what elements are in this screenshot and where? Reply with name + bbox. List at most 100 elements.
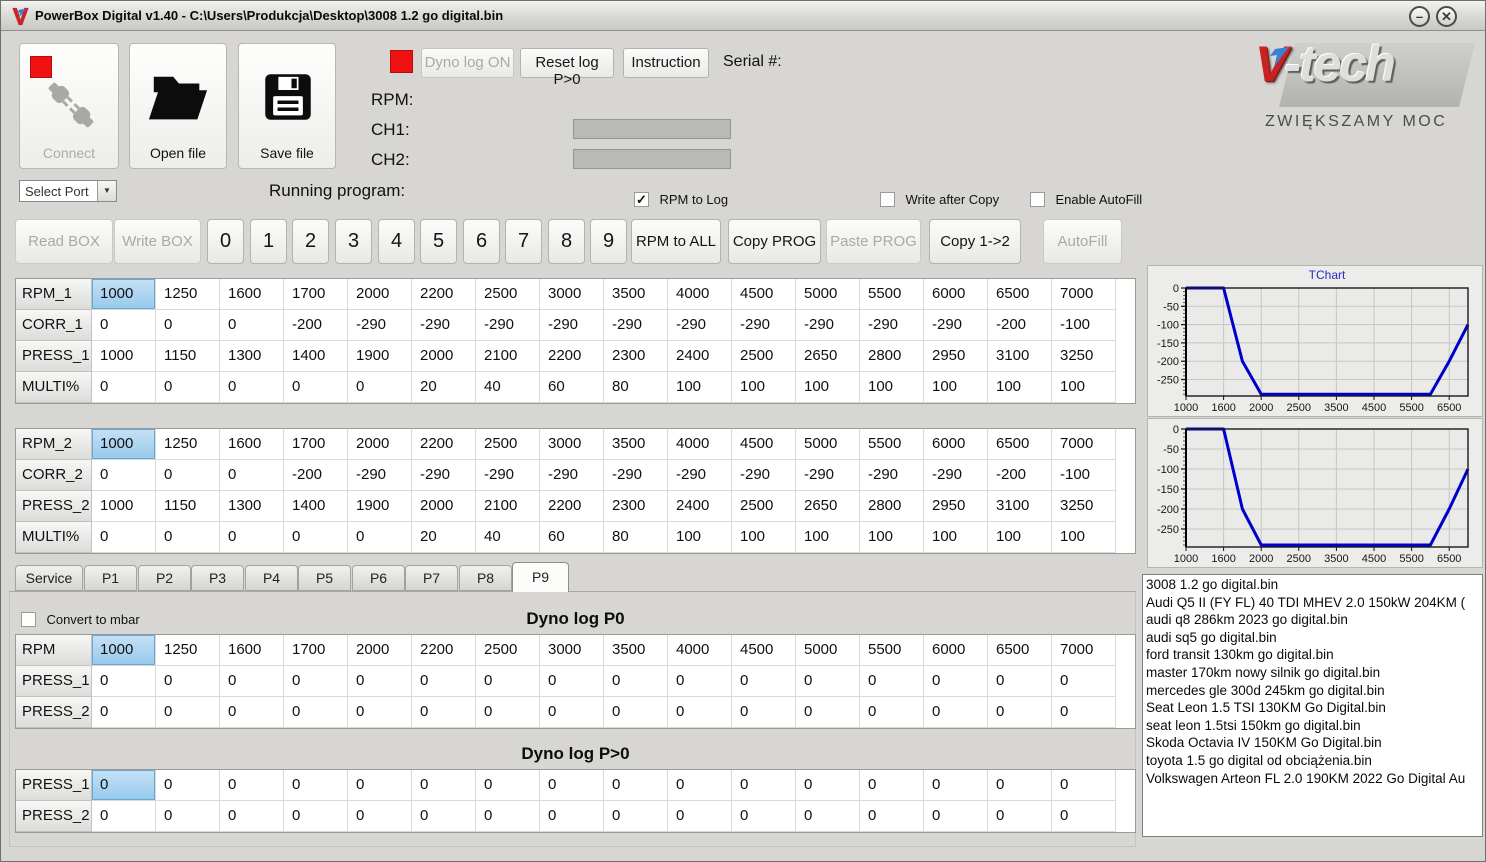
table-cell[interactable]: 4000 [668, 429, 732, 460]
table-cell[interactable]: 1400 [284, 341, 348, 372]
table-cell[interactable]: 0 [156, 460, 220, 491]
tab-p4[interactable]: P4 [245, 565, 298, 591]
table-cell[interactable]: 100 [796, 522, 860, 553]
table-cell[interactable]: 1700 [284, 279, 348, 310]
table-cell[interactable]: 1900 [348, 341, 412, 372]
table-cell[interactable]: 100 [860, 372, 924, 403]
table-cell[interactable]: 2800 [860, 491, 924, 522]
table-cell[interactable]: 60 [540, 372, 604, 403]
select-port-dropdown[interactable]: Select Port ▼ [19, 180, 117, 202]
table-cell[interactable]: 2650 [796, 341, 860, 372]
table-cell[interactable]: 0 [1052, 801, 1116, 832]
table-cell[interactable]: 7000 [1052, 279, 1116, 310]
num-1-button[interactable]: 1 [250, 219, 287, 264]
table-cell[interactable]: -200 [284, 460, 348, 491]
rpm-to-all-button[interactable]: RPM to ALL [631, 219, 721, 264]
table-cell[interactable]: -290 [860, 460, 924, 491]
table-cell[interactable]: -200 [988, 460, 1052, 491]
file-list-item[interactable]: Audi Q5 II (FY FL) 40 TDI MHEV 2.0 150kW… [1146, 594, 1482, 612]
table-cell[interactable]: 2400 [668, 491, 732, 522]
file-list-item[interactable]: toyota 1.5 go digital od obciążenia.bin [1146, 752, 1482, 770]
convert-to-mbar-checkbox[interactable]: Convert to mbar [21, 611, 140, 628]
table-cell[interactable]: 1300 [220, 491, 284, 522]
instruction-button[interactable]: Instruction [623, 48, 709, 78]
table-cell[interactable]: 4500 [732, 429, 796, 460]
table-cell[interactable]: 0 [988, 697, 1052, 728]
table-cell[interactable]: 60 [540, 522, 604, 553]
table-cell[interactable]: -290 [476, 460, 540, 491]
table-cell[interactable]: 0 [924, 697, 988, 728]
table-cell[interactable]: 0 [604, 666, 668, 697]
table-cell[interactable]: 4000 [668, 279, 732, 310]
table-cell[interactable]: -100 [1052, 310, 1116, 341]
table-cell[interactable]: 0 [348, 801, 412, 832]
table-cell[interactable]: 1600 [220, 429, 284, 460]
table-cell[interactable]: 0 [156, 522, 220, 553]
table-cell[interactable]: -290 [796, 310, 860, 341]
table-cell[interactable]: 0 [476, 697, 540, 728]
table-cell[interactable]: 5500 [860, 279, 924, 310]
table-cell[interactable]: 0 [1052, 666, 1116, 697]
table-cell[interactable]: 0 [156, 801, 220, 832]
table-cell[interactable]: 0 [796, 697, 860, 728]
table-cell[interactable]: 2800 [860, 341, 924, 372]
table-cell[interactable]: 2500 [732, 491, 796, 522]
table-cell[interactable]: 2500 [732, 341, 796, 372]
table-cell[interactable]: 7000 [1052, 635, 1116, 666]
table-cell[interactable]: 100 [860, 522, 924, 553]
table-cell[interactable]: 0 [348, 372, 412, 403]
table-cell[interactable]: -200 [284, 310, 348, 341]
table-cell[interactable]: 0 [156, 666, 220, 697]
copy-1-2-button[interactable]: Copy 1->2 [929, 219, 1021, 264]
close-button[interactable]: ✕ [1436, 6, 1457, 27]
table-cell[interactable]: -290 [924, 310, 988, 341]
table-cell[interactable]: 0 [988, 666, 1052, 697]
table-cell[interactable]: 100 [1052, 372, 1116, 403]
table-cell[interactable]: 0 [220, 666, 284, 697]
table-cell[interactable]: 3250 [1052, 341, 1116, 372]
table-cell[interactable]: 0 [348, 697, 412, 728]
table-cell[interactable]: 0 [668, 666, 732, 697]
table-cell[interactable]: 2300 [604, 491, 668, 522]
table-cell[interactable]: 5000 [796, 279, 860, 310]
table-cell[interactable]: 0 [860, 801, 924, 832]
table-cell[interactable]: 2200 [540, 341, 604, 372]
table-cell[interactable]: 0 [732, 666, 796, 697]
tab-p8[interactable]: P8 [459, 565, 512, 591]
convert-to-mbar-checkbox-box[interactable] [21, 612, 36, 628]
table-cell[interactable]: -200 [988, 310, 1052, 341]
table-cell[interactable]: 6500 [988, 429, 1052, 460]
write-box-button[interactable]: Write BOX [114, 219, 201, 264]
table-cell[interactable]: 1250 [156, 635, 220, 666]
table-cell[interactable]: 100 [924, 372, 988, 403]
table-cell[interactable]: 4500 [732, 279, 796, 310]
table-cell[interactable]: -290 [412, 310, 476, 341]
minimize-button[interactable]: – [1409, 6, 1430, 27]
table-cell[interactable]: -290 [348, 310, 412, 341]
table-cell[interactable]: 1150 [156, 341, 220, 372]
table-cell[interactable]: 1300 [220, 341, 284, 372]
table-cell[interactable]: -290 [412, 460, 476, 491]
table-cell[interactable]: 0 [732, 801, 796, 832]
table-cell[interactable]: 6500 [988, 279, 1052, 310]
file-list-item[interactable]: mercedes gle 300d 245km go digital.bin [1146, 682, 1482, 700]
table-cell[interactable]: 2000 [412, 341, 476, 372]
table-cell[interactable]: -290 [860, 310, 924, 341]
table-cell[interactable]: 6000 [924, 429, 988, 460]
table-cell[interactable]: 6500 [988, 635, 1052, 666]
table-cell[interactable]: 0 [220, 372, 284, 403]
rpm-to-log-checkbox[interactable]: ✓ RPM to Log [634, 191, 728, 208]
table-cell[interactable]: 0 [924, 801, 988, 832]
table-cell[interactable]: -290 [732, 310, 796, 341]
connect-button[interactable]: Connect [19, 43, 119, 169]
table-cell[interactable]: 0 [220, 801, 284, 832]
table-cell[interactable]: -290 [668, 460, 732, 491]
dyno-log-on-button[interactable]: Dyno log ON [421, 48, 514, 78]
table-cell[interactable]: 0 [476, 666, 540, 697]
table-cell[interactable]: 1600 [220, 635, 284, 666]
table-cell[interactable]: 1600 [220, 279, 284, 310]
table-cell[interactable]: 0 [412, 770, 476, 801]
table-cell[interactable]: 100 [1052, 522, 1116, 553]
table-cell[interactable]: 5500 [860, 635, 924, 666]
table-cell[interactable]: 2000 [412, 491, 476, 522]
